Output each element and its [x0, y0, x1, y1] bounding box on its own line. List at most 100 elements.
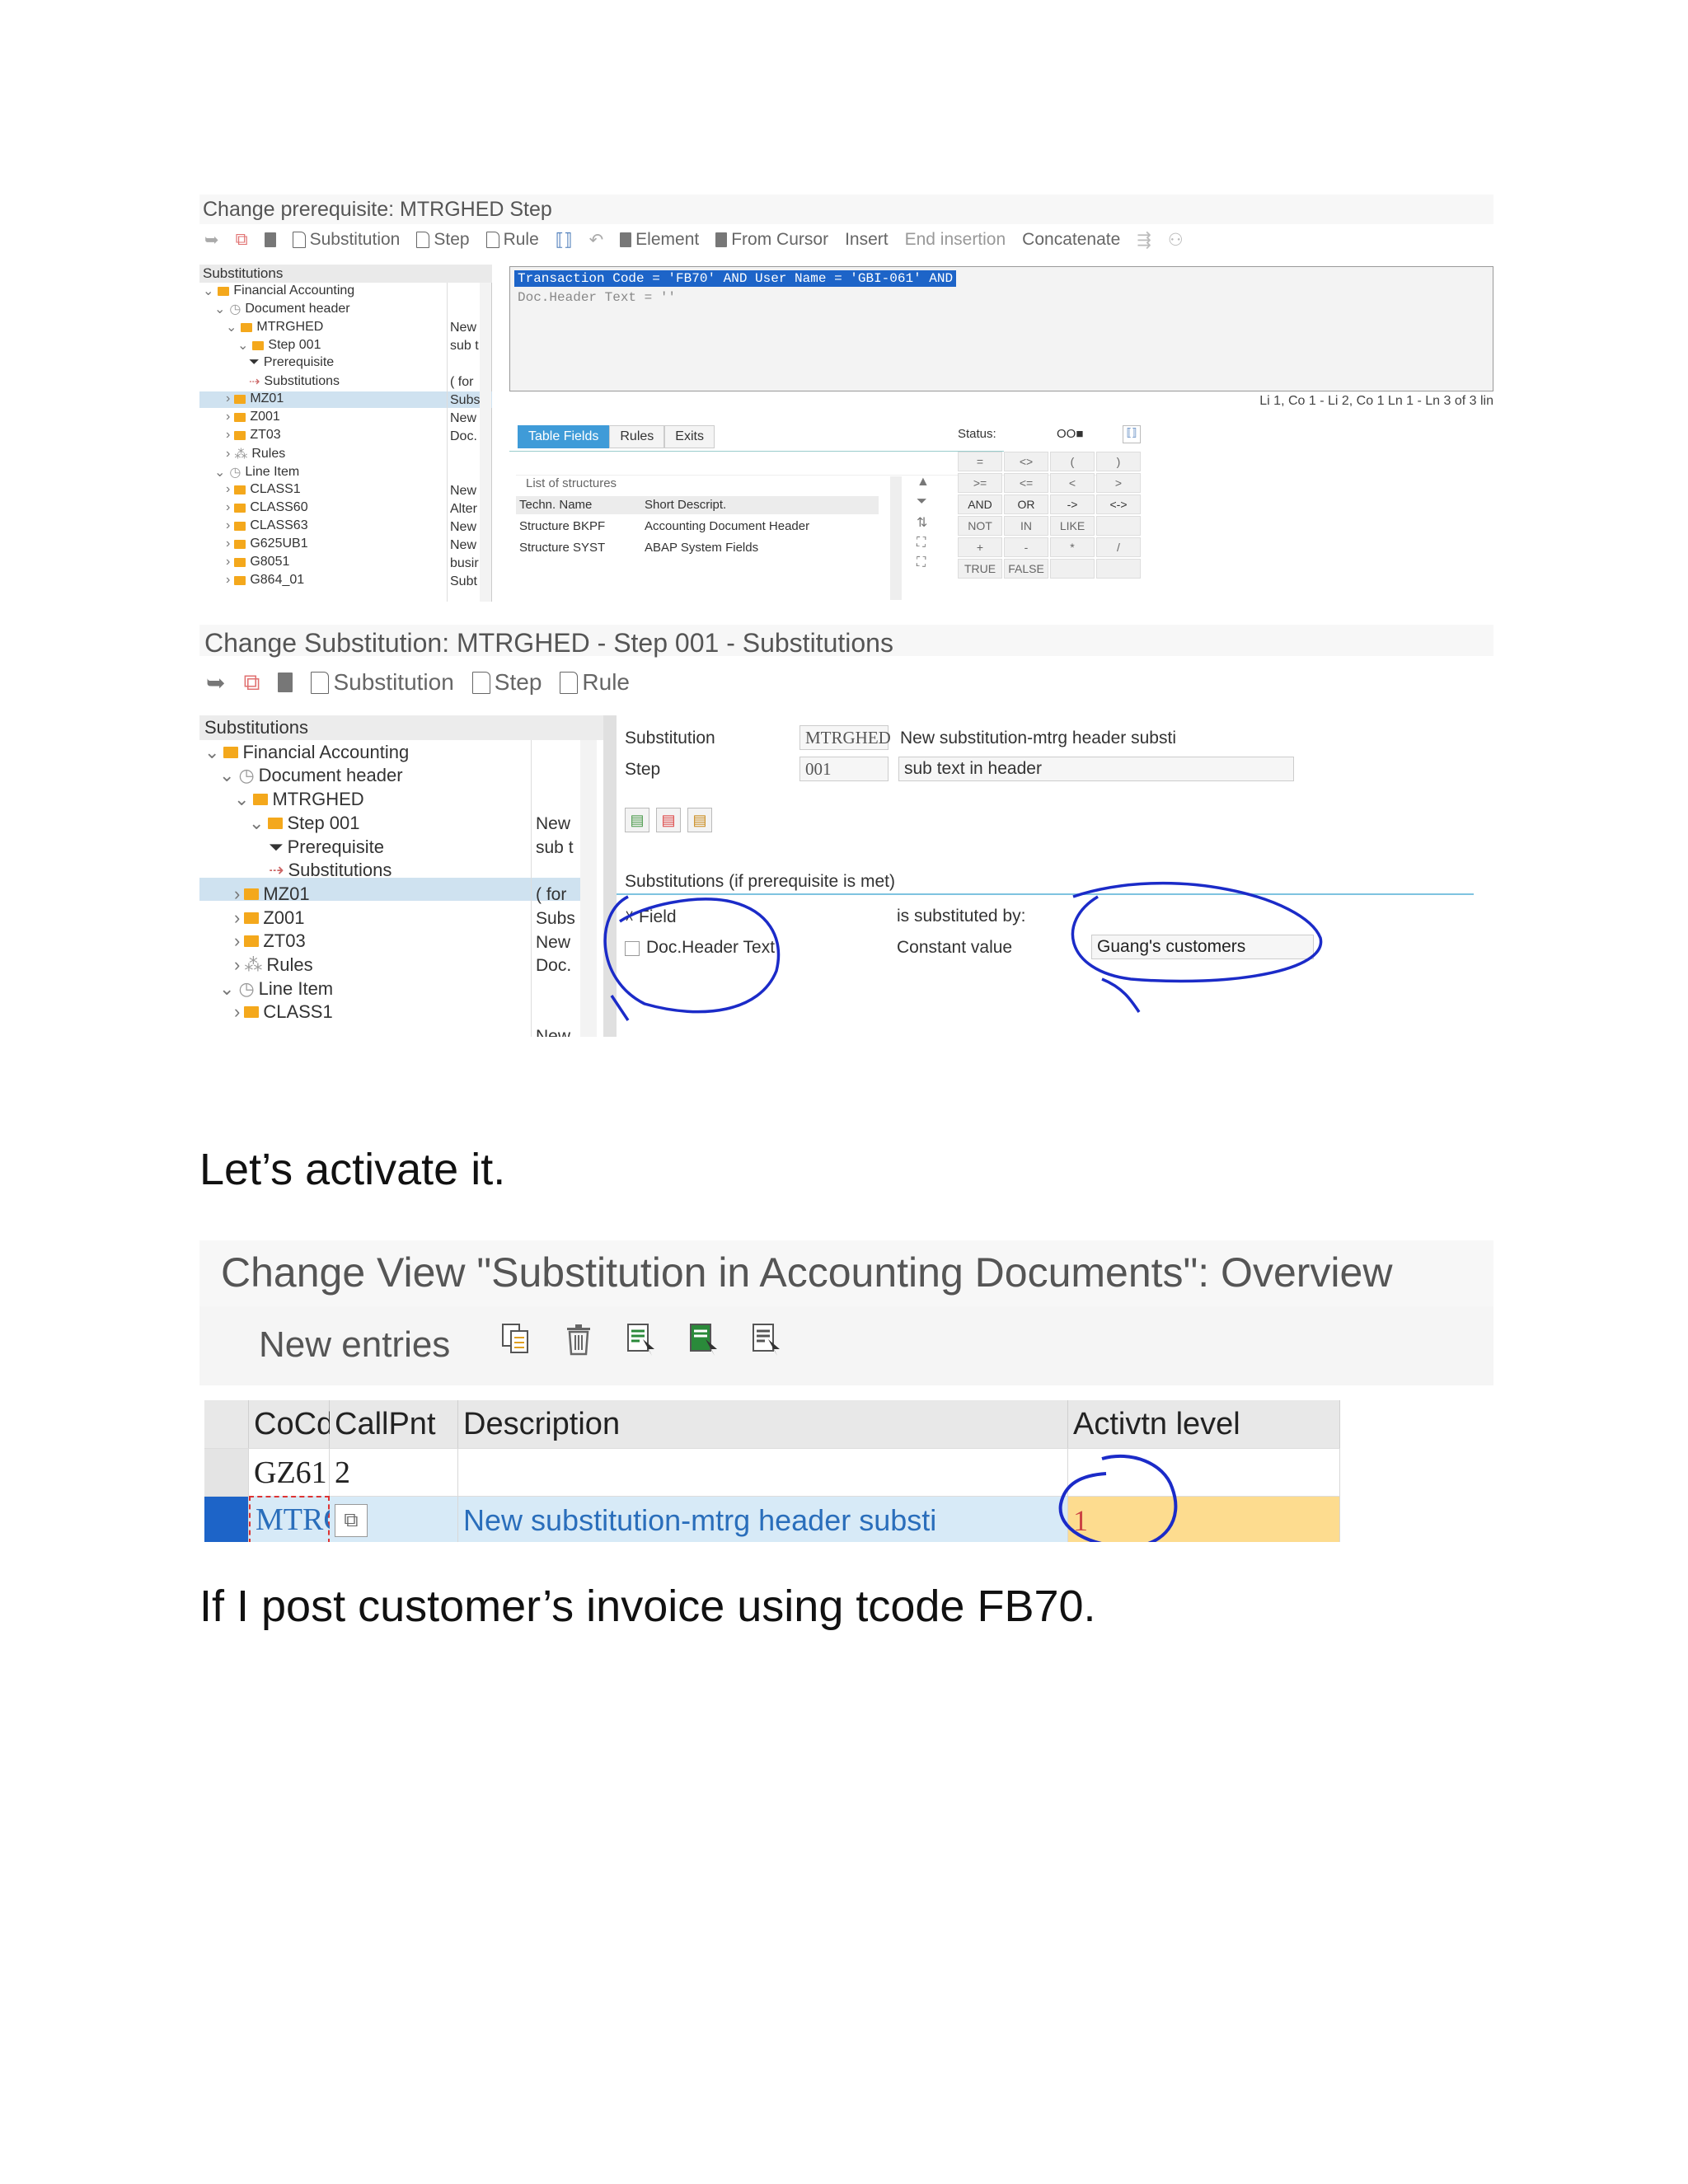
operator-button[interactable]: NOT	[958, 516, 1002, 536]
tree-node[interactable]: ⌄ ◷ Document header	[214, 301, 350, 317]
tree-node[interactable]: › ZT03	[234, 930, 306, 952]
delete-row-icon[interactable]: ▤	[656, 808, 681, 832]
link-icon[interactable]: ⚇	[1168, 230, 1184, 251]
step-button[interactable]: Step	[471, 669, 542, 696]
operator-button[interactable]: TRUE	[958, 559, 1002, 579]
tree-node[interactable]: › ZT03	[226, 428, 281, 443]
operator-button[interactable]: IN	[1004, 516, 1048, 536]
binoculars-next-icon[interactable]: ⛶	[917, 555, 935, 570]
tree-node[interactable]: ⌄ MTRGHED	[234, 789, 364, 810]
tree-node[interactable]: ⌄ ◷ Line Item	[214, 464, 299, 480]
column-cocd[interactable]: CoCd	[249, 1400, 334, 1448]
column-callpnt[interactable]: CallPnt	[330, 1400, 458, 1448]
tab-table-fields[interactable]: Table Fields	[518, 425, 610, 448]
operator-button[interactable]: ->	[1050, 494, 1095, 514]
element-button[interactable]: Element	[620, 230, 699, 250]
splitter[interactable]	[603, 715, 617, 1037]
tab-rules[interactable]: Rules	[609, 425, 665, 448]
operator-button[interactable]: <=	[1004, 473, 1048, 493]
select-block-icon[interactable]	[689, 1323, 719, 1356]
tree-node[interactable]: ⌄ ◷ Document header	[219, 765, 403, 786]
delete-icon[interactable]	[564, 1323, 593, 1356]
operator-button[interactable]	[1050, 559, 1095, 579]
operator-button[interactable]: LIKE	[1050, 516, 1095, 536]
cell-activtn-level[interactable]	[1068, 1448, 1340, 1496]
other-object-icon[interactable]: ➥	[206, 669, 225, 696]
tree-node[interactable]: › ⁂ Rules	[226, 446, 285, 462]
copy-icon[interactable]: ⧉	[236, 230, 248, 250]
tree-node[interactable]: › G8051	[226, 555, 289, 569]
tree-node[interactable]: ⌄ MTRGHED	[226, 319, 323, 335]
tree-node[interactable]: ⌄ Financial Accounting	[203, 283, 354, 299]
tree-node[interactable]: › MZ01	[234, 883, 310, 905]
operator-button[interactable]: >	[1096, 473, 1141, 493]
tree-node[interactable]: ⏷ Prerequisite	[249, 355, 334, 370]
list-item[interactable]: Structure SYST	[519, 541, 605, 555]
cell-activtn-level[interactable]: 1	[1068, 1496, 1340, 1542]
operator-button[interactable]: )	[1096, 452, 1141, 471]
new-entries-button[interactable]: New entries	[259, 1324, 450, 1366]
tree-node[interactable]: › CLASS1	[234, 1001, 333, 1023]
step-description-field[interactable]: sub text in header	[898, 757, 1294, 781]
tree-node[interactable]: ⌄ Financial Accounting	[204, 742, 409, 763]
operator-button[interactable]: <>	[1004, 452, 1048, 471]
tree-node[interactable]: › ⁂ Rules	[234, 954, 313, 976]
column-activtn-level[interactable]: Activtn level	[1068, 1400, 1340, 1448]
tree-node[interactable]: ⇢ Substitutions	[269, 860, 392, 881]
tree-node[interactable]: ⌄ Step 001	[237, 337, 321, 354]
constant-value-field[interactable]: Guang's customers	[1091, 935, 1314, 959]
row-selector[interactable]	[204, 1448, 249, 1496]
operator-button[interactable]: OR	[1004, 494, 1048, 514]
tree-node[interactable]: › MZ01	[226, 391, 284, 406]
tree-scrollbar[interactable]	[480, 283, 491, 602]
binoculars-icon[interactable]: ⛶	[917, 536, 935, 551]
operator-button[interactable]: =	[958, 452, 1002, 471]
tree-node[interactable]: ⏷ Prerequisite	[269, 837, 384, 858]
sort-up-icon[interactable]: ▲	[917, 475, 935, 490]
operator-button[interactable]: AND	[958, 494, 1002, 514]
filter-icon[interactable]: ⏷	[917, 494, 935, 509]
operator-button[interactable]: /	[1096, 537, 1141, 557]
copy-as-icon[interactable]	[501, 1323, 531, 1356]
insert-row-icon[interactable]: ▤	[625, 808, 649, 832]
operator-button[interactable]: FALSE	[1004, 559, 1048, 579]
cell-callpnt[interactable]: ⧉	[330, 1496, 458, 1542]
concatenate-button[interactable]: Concatenate	[1022, 230, 1120, 250]
substitution-button[interactable]: Substitution	[292, 230, 400, 250]
step-field[interactable]: 001	[799, 757, 889, 781]
substitution-button[interactable]: Substitution	[311, 669, 454, 696]
cell-cocd[interactable]: MTRG	[249, 1496, 346, 1542]
column-description[interactable]: Description	[458, 1400, 1068, 1448]
list-item[interactable]: Structure BKPF	[519, 519, 605, 533]
rule-button[interactable]: Rule	[560, 669, 630, 696]
tab-exits[interactable]: Exits	[664, 425, 715, 448]
operator-button[interactable]	[1096, 516, 1141, 536]
step-button[interactable]: Step	[416, 230, 470, 250]
row-selector-header[interactable]	[204, 1400, 249, 1448]
end-insertion-button[interactable]: End insertion	[905, 230, 1006, 250]
deselect-all-icon[interactable]	[752, 1323, 781, 1356]
substitution-field[interactable]: MTRGHED	[799, 725, 891, 750]
copy-row-icon[interactable]: ▤	[687, 808, 712, 832]
check-icon[interactable]: ⟦⟧	[556, 230, 573, 251]
tree-node[interactable]: ⌄ ◷ Line Item	[219, 978, 333, 1000]
operator-button[interactable]: +	[958, 537, 1002, 557]
value-help-icon[interactable]: ⧉	[335, 1503, 368, 1537]
tree-node[interactable]: › Z001	[234, 907, 304, 929]
tree-node[interactable]: › CLASS1	[226, 482, 301, 497]
select-all-icon[interactable]	[626, 1323, 656, 1356]
operator-button[interactable]: <->	[1096, 494, 1141, 514]
undo-icon[interactable]: ↶	[589, 230, 604, 251]
sort-icon[interactable]: ⇅	[917, 514, 935, 531]
row-selector-selected[interactable]	[204, 1496, 249, 1542]
tree-node[interactable]: › Z001	[226, 410, 280, 424]
tree-node[interactable]: › CLASS63	[226, 518, 308, 533]
tree-node[interactable]: › CLASS60	[226, 500, 308, 515]
row-checkbox[interactable]	[625, 941, 640, 956]
list-scrollbar[interactable]	[890, 476, 902, 600]
from-cursor-button[interactable]: From Cursor	[715, 230, 828, 250]
delete-icon[interactable]	[264, 232, 276, 247]
tree-node[interactable]: ⌄ Step 001	[249, 813, 360, 834]
operator-button[interactable]: *	[1050, 537, 1095, 557]
tree-node[interactable]: ⇢ Substitutions	[249, 373, 340, 390]
